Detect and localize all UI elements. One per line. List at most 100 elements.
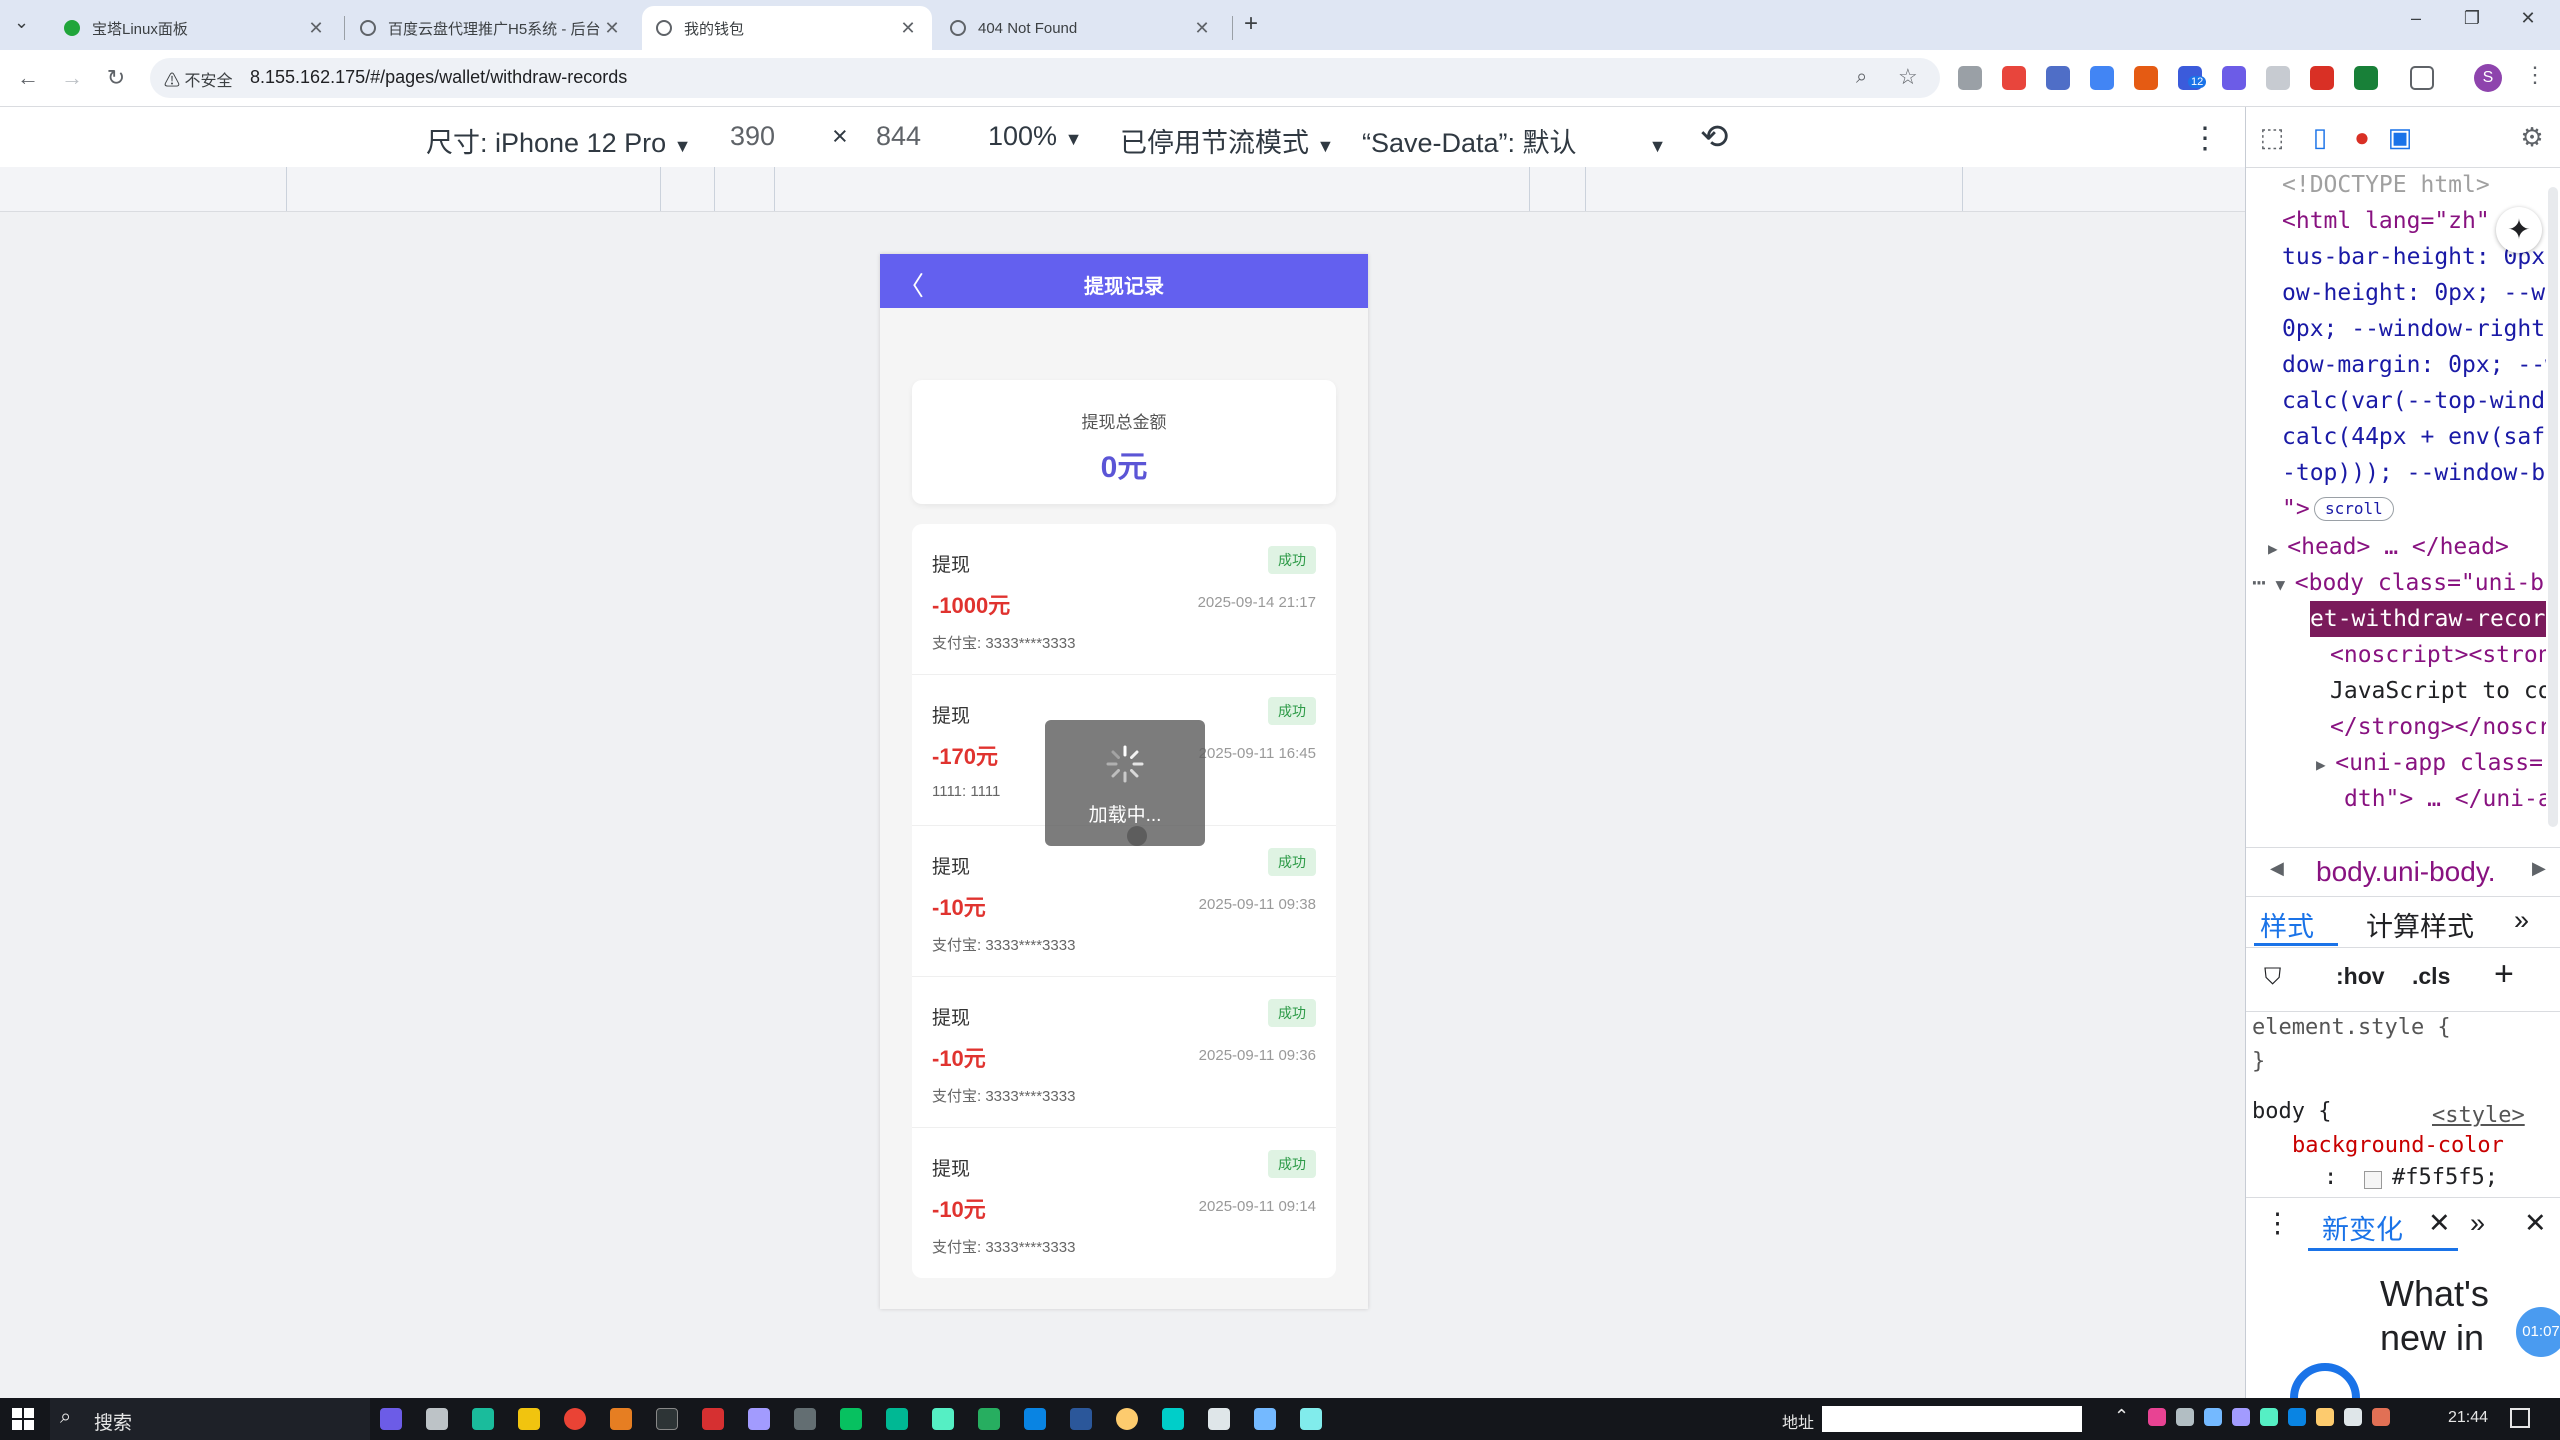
app-icon[interactable]: [1300, 1408, 1322, 1430]
dom-line-body-cont[interactable]: et-withdraw-record: [2310, 601, 2546, 637]
app-icon[interactable]: [610, 1408, 632, 1430]
media-query-segment[interactable]: [660, 167, 715, 211]
profile-avatar[interactable]: S: [2474, 64, 2502, 92]
dom-line[interactable]: -top))); --window-bo: [2282, 455, 2546, 491]
app-icon[interactable]: [748, 1408, 770, 1430]
chrome-icon[interactable]: [564, 1408, 586, 1430]
close-icon[interactable]: ✕: [602, 18, 622, 39]
tray-icon[interactable]: [2260, 1408, 2278, 1426]
dom-line[interactable]: calc(44px + env(safe: [2282, 419, 2546, 455]
dom-line[interactable]: 0px; --window-right:: [2282, 311, 2546, 347]
app-icon[interactable]: [472, 1408, 494, 1430]
tab-search-button[interactable]: ⌄: [14, 12, 29, 33]
x-ext-icon[interactable]: [2266, 66, 2290, 90]
close-drawer-icon[interactable]: ✕: [2524, 1208, 2547, 1239]
notification-icon[interactable]: [2510, 1408, 2530, 1428]
more-tabs-icon[interactable]: »: [2514, 905, 2529, 936]
list-item[interactable]: 提现 成功 -10元 2025-09-11 09:36 支付宝: 3333***…: [912, 977, 1336, 1128]
app-icon[interactable]: [426, 1408, 448, 1430]
tab-styles[interactable]: 样式: [2260, 905, 2314, 944]
restore-icon[interactable]: ❐: [2452, 8, 2492, 29]
dom-line[interactable]: JavaScript to co: [2330, 673, 2546, 709]
app-icon[interactable]: [1116, 1408, 1138, 1430]
tab-wallet[interactable]: 我的钱包 ✕: [642, 6, 932, 50]
expand-arrow-icon[interactable]: ▶: [2268, 539, 2287, 558]
tab-computed[interactable]: 计算样式: [2366, 905, 2474, 944]
reload-icon[interactable]: ↻: [100, 62, 132, 94]
minimize-icon[interactable]: –: [2396, 8, 2436, 29]
media-query-segment[interactable]: [0, 167, 287, 211]
close-icon[interactable]: ✕: [1192, 18, 1212, 39]
new-tab-button[interactable]: +: [1244, 10, 1258, 38]
tray-icon[interactable]: [2176, 1408, 2194, 1426]
dom-line-uniapp[interactable]: ▶ <uni-app class=": [2316, 745, 2546, 783]
dom-line[interactable]: <noscript><stron: [2330, 637, 2546, 673]
media-query-segment[interactable]: [714, 167, 775, 211]
green-ext-icon[interactable]: [2354, 66, 2378, 90]
taskbar-search[interactable]: ⌕ 搜索: [50, 1398, 370, 1440]
settings-gear-icon[interactable]: ⚙: [2516, 121, 2548, 153]
app-icon[interactable]: [794, 1408, 816, 1430]
width-input[interactable]: 390: [730, 121, 775, 152]
puzzle-ext-icon[interactable]: [2046, 66, 2070, 90]
dom-line[interactable]: dth"> … </uni-ap: [2344, 781, 2546, 817]
app-icon[interactable]: [1024, 1408, 1046, 1430]
tray-icon[interactable]: [2148, 1408, 2166, 1426]
pdf-red-ext-icon[interactable]: [2310, 66, 2334, 90]
vertical-scrollbar[interactable]: [2548, 187, 2558, 827]
dom-line[interactable]: <!DOCTYPE html>: [2282, 167, 2490, 203]
dom-line[interactable]: ow-height: 0px; --wi: [2282, 275, 2546, 311]
screenshot-ext-icon[interactable]: [1958, 66, 1982, 90]
error-icon[interactable]: ●: [2346, 121, 2378, 153]
dom-line[interactable]: calc(var(--top-windo: [2282, 383, 2546, 419]
tool-ext-icon[interactable]: 12: [2178, 66, 2207, 90]
element-style-rule[interactable]: element.style {: [2252, 1011, 2451, 1045]
search-ext-icon[interactable]: [2222, 66, 2246, 90]
shield-ext-icon[interactable]: [2002, 66, 2026, 90]
close-icon[interactable]: ✕: [898, 18, 918, 39]
app-icon[interactable]: [1208, 1408, 1230, 1430]
app-icon[interactable]: [886, 1408, 908, 1430]
tray-icon[interactable]: [2204, 1408, 2222, 1426]
save-data-select[interactable]: “Save-Data”: 默认 ▼: [1362, 121, 1666, 160]
address-toolbar-input[interactable]: [1822, 1406, 2082, 1432]
browser-menu-icon[interactable]: ⋮: [2524, 62, 2546, 88]
rule-source-link[interactable]: <style>: [2432, 1099, 2525, 1133]
media-query-segment[interactable]: [1585, 167, 1963, 211]
tab-bt-panel[interactable]: 宝塔Linux面板 ✕: [50, 6, 340, 50]
dom-line[interactable]: ">: [2282, 491, 2310, 527]
app-icon[interactable]: [1254, 1408, 1276, 1430]
wechat-icon[interactable]: [840, 1408, 862, 1430]
filter-icon[interactable]: ⛉: [2264, 963, 2281, 990]
dom-line[interactable]: <html lang="zh" s: [2282, 203, 2517, 239]
pdf-ext-icon[interactable]: [2134, 66, 2158, 90]
clock[interactable]: 21:44: [2448, 1409, 2488, 1427]
close-icon[interactable]: ✕: [306, 18, 326, 39]
forward-icon[interactable]: →: [56, 62, 88, 94]
accessibility-icon[interactable]: ✦: [2496, 207, 2542, 253]
media-query-segment[interactable]: [1471, 167, 1530, 211]
list-item[interactable]: 提现 成功 -10元 2025-09-11 09:38 支付宝: 3333***…: [912, 826, 1336, 977]
hov-button[interactable]: :hov: [2336, 963, 2385, 990]
media-query-segment[interactable]: [1529, 167, 1586, 211]
app-icon[interactable]: [656, 1408, 678, 1430]
app-icon[interactable]: [978, 1408, 1000, 1430]
inspect-element-icon[interactable]: ⬚: [2256, 121, 2288, 153]
height-input[interactable]: 844: [876, 121, 921, 152]
app-icon[interactable]: [1162, 1408, 1184, 1430]
rule-property[interactable]: background-color: [2292, 1129, 2504, 1163]
app-icon[interactable]: [932, 1408, 954, 1430]
tray-icon[interactable]: [2372, 1408, 2390, 1426]
close-window-icon[interactable]: ✕: [2508, 8, 2548, 29]
tab-whats-new[interactable]: 新变化: [2322, 1208, 2403, 1247]
zoom-select[interactable]: 100% ▼: [988, 121, 1082, 152]
collapse-arrow-icon[interactable]: ▼: [2266, 575, 2295, 594]
tray-icon[interactable]: [2344, 1408, 2362, 1426]
tab-404[interactable]: 404 Not Found ✕: [936, 6, 1226, 50]
more-options-icon[interactable]: ⋮: [2190, 121, 2220, 156]
tray-icon[interactable]: [2232, 1408, 2250, 1426]
bookmark-star-icon[interactable]: ☆: [1898, 64, 1918, 90]
media-query-segment[interactable]: [286, 167, 661, 211]
url-text[interactable]: 8.155.162.175/#/pages/wallet/withdraw-re…: [250, 67, 627, 88]
zoom-icon[interactable]: ⌕: [1856, 66, 1867, 89]
